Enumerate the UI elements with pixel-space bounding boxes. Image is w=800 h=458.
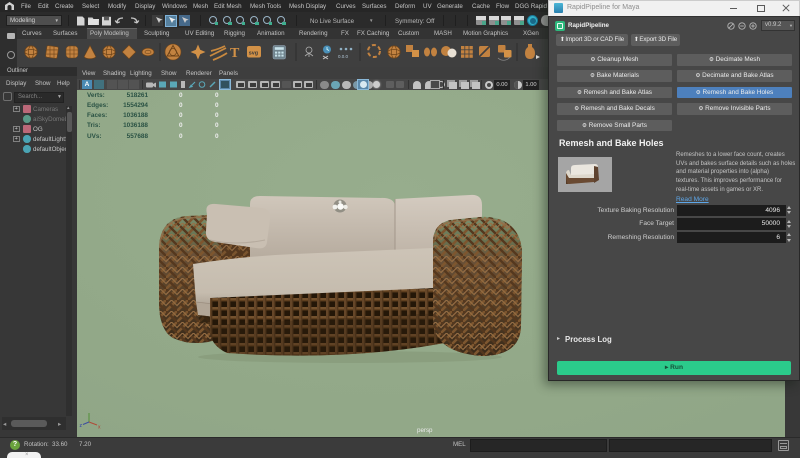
svg-text:T: T [230,46,240,61]
svg-text:z: z [80,423,83,429]
svg-text:svg: svg [249,50,258,56]
svg-text:x: x [98,425,101,431]
svg-text:0.0.0: 0.0.0 [338,54,349,59]
